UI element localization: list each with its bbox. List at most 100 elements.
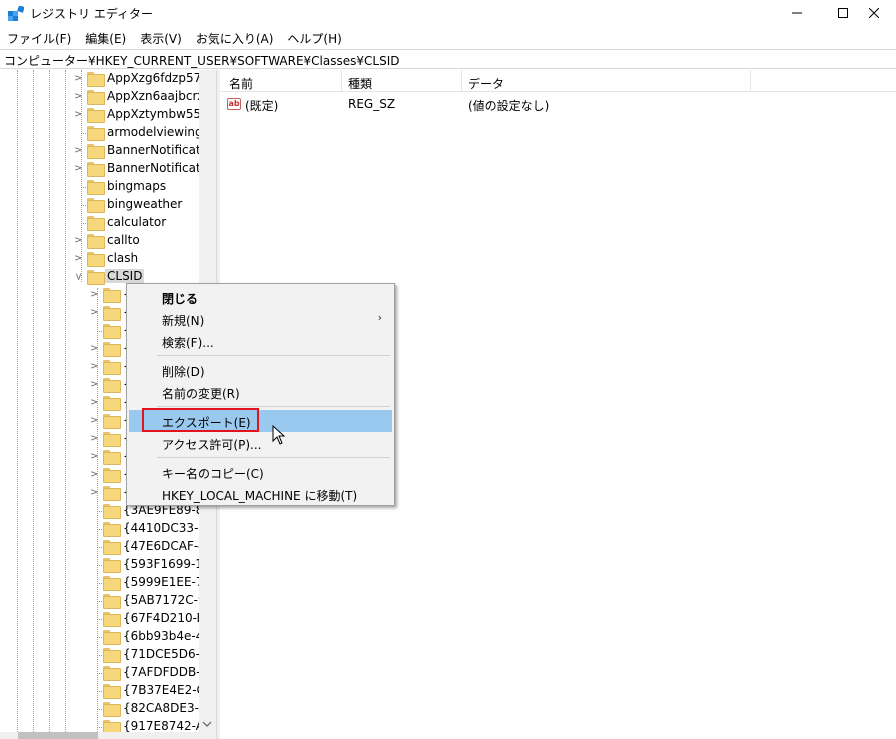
tree-item-label: bingweather [107,197,183,211]
tree-item[interactable]: bingweather [0,196,215,214]
chevron-right-icon[interactable]: > [74,106,83,124]
folder-icon [103,648,121,663]
tree-child-item[interactable]: {67F4D210-BF0 [0,610,215,628]
chevron-right-icon[interactable]: > [90,484,99,502]
tree-item[interactable]: > AppXzg6fdzp57dp [0,70,215,88]
menu-item-go-to-hklm[interactable]: HKEY_LOCAL_MACHINE に移動(T) [129,483,392,505]
folder-icon [103,306,121,321]
chevron-down-icon[interactable]: > [69,273,87,282]
column-header-type[interactable]: 種類 [348,75,372,92]
window-title: レジストリ エディター [30,7,153,21]
chevron-right-icon[interactable]: > [90,412,99,430]
chevron-right-icon[interactable]: > [74,250,83,268]
menu-view[interactable]: 表示(V) [133,28,189,48]
chevron-right-icon[interactable]: > [90,394,99,412]
menu-file[interactable]: ファイル(F) [0,28,78,48]
value-data: (値の設定なし) [468,99,550,113]
tree-item[interactable]: bingmaps [0,178,215,196]
folder-icon [87,144,105,159]
menu-item-permissions[interactable]: アクセス許可(P)... [129,432,392,454]
chevron-right-icon[interactable]: > [90,430,99,448]
registry-editor-icon [8,6,24,21]
tree-child-item[interactable]: {6bb93b4e-44c [0,628,215,646]
tree-item[interactable]: armodelviewing [0,124,215,142]
menu-item-close[interactable]: 閉じる [129,286,392,308]
chevron-right-icon[interactable]: > [90,376,99,394]
folder-icon [103,576,121,591]
folder-icon [103,396,121,411]
folder-icon [103,450,121,465]
tree-item-label: AppXztymbw55cz [107,107,215,121]
tree-item[interactable]: > AppXzn6aajbcrxx [0,88,215,106]
tree-item[interactable]: > BannerNotificatio [0,142,215,160]
menu-edit[interactable]: 編集(E) [78,28,133,48]
menu-item-delete[interactable]: 削除(D) [129,359,392,381]
chevron-right-icon[interactable]: > [74,88,83,106]
chevron-right-icon[interactable]: > [74,160,83,178]
minimize-icon [792,12,802,14]
chevron-right-icon[interactable]: > [74,142,83,160]
tree-item-label: armodelviewing [107,125,203,139]
folder-icon [103,666,121,681]
scroll-down-icon[interactable] [202,720,212,728]
folder-icon [103,504,121,519]
chevron-right-icon[interactable]: > [90,340,99,358]
column-divider[interactable] [461,70,462,92]
scrollbar-thumb[interactable] [18,732,98,739]
menu-item-rename[interactable]: 名前の変更(R) [129,381,392,403]
column-divider[interactable] [341,70,342,92]
menu-item-find[interactable]: 検索(F)... [129,330,392,352]
tree-child-item[interactable]: {82CA8DE3-01A [0,700,215,718]
menu-item-copy-key-name[interactable]: キー名のコピー(C) [129,461,392,483]
folder-icon [87,72,105,87]
folder-icon [87,162,105,177]
folder-icon [103,684,121,699]
menu-favorites[interactable]: お気に入り(A) [189,28,281,48]
tree-horizontal-scrollbar[interactable] [0,732,216,739]
menu-separator [157,355,390,356]
tree-child-item[interactable]: {47E6DCAF-41E [0,538,215,556]
folder-icon [87,108,105,123]
chevron-right-icon[interactable]: > [90,358,99,376]
value-name: (既定) [245,99,279,113]
values-header: 名前 種類 データ [221,70,896,92]
address-bar[interactable]: コンピューター¥HKEY_CURRENT_USER¥SOFTWARE¥Class… [0,49,896,69]
chevron-right-icon[interactable]: > [74,70,83,88]
folder-icon [103,486,121,501]
column-header-data[interactable]: データ [468,75,504,92]
chevron-right-icon[interactable]: > [90,304,99,322]
tree-item-label: AppXzn6aajbcrxx [107,89,212,103]
tree-child-item[interactable]: {5AB7172C-9C [0,592,215,610]
chevron-right-icon[interactable]: > [90,466,99,484]
menu-item-label: 削除(D) [162,365,205,379]
tree-item[interactable]: calculator [0,214,215,232]
tree-child-item[interactable]: {917E8742-AA3 [0,718,215,732]
folder-icon [103,594,121,609]
folder-icon [87,126,105,141]
minimize-button[interactable] [774,0,820,26]
value-row[interactable]: ab (既定) REG_SZ (値の設定なし) [221,96,896,114]
tree-item[interactable]: > callto [0,232,215,250]
chevron-right-icon[interactable]: > [74,232,83,250]
folder-icon [103,468,121,483]
column-header-name[interactable]: 名前 [229,75,253,92]
folder-icon [103,558,121,573]
tree-item-label: calculator [107,215,167,229]
folder-icon [103,612,121,627]
tree-child-item[interactable]: {71DCE5D6-4B [0,646,215,664]
close-button[interactable] [852,0,896,26]
folder-icon [103,342,121,357]
tree-child-item[interactable]: {7B37E4E2-C62 [0,682,215,700]
tree-child-item[interactable]: {4410DC33-BC [0,520,215,538]
tree-item[interactable]: > AppXztymbw55cz [0,106,215,124]
column-divider[interactable] [750,70,751,92]
tree-item[interactable]: > clash [0,250,215,268]
menu-item-new[interactable]: 新規(N) › [129,308,392,330]
chevron-right-icon[interactable]: > [90,448,99,466]
tree-child-item[interactable]: {7AFDFDDB-F9 [0,664,215,682]
tree-item[interactable]: > BannerNotificatio [0,160,215,178]
menu-help[interactable]: ヘルプ(H) [280,28,348,48]
tree-child-item[interactable]: {593F1699-1B7 [0,556,215,574]
chevron-right-icon[interactable]: > [90,286,99,304]
tree-child-item[interactable]: {5999E1EE-711 [0,574,215,592]
